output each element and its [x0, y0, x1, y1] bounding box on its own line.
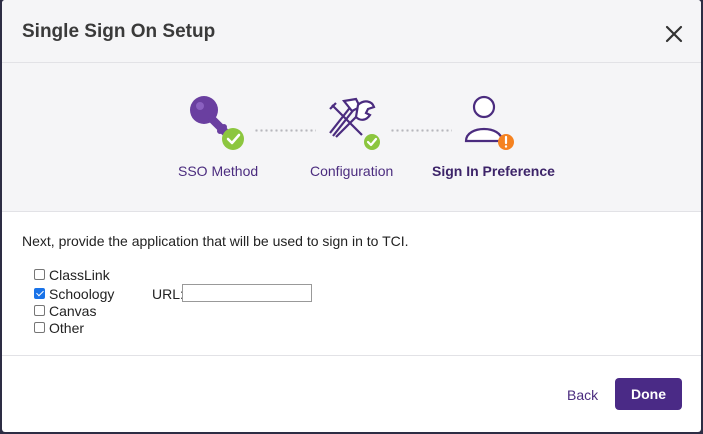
close-icon[interactable]	[662, 22, 686, 46]
url-input[interactable]	[182, 284, 312, 302]
option-label: Canvas	[49, 302, 97, 319]
instruction-text: Next, provide the application that will …	[22, 233, 409, 249]
checkbox[interactable]	[34, 322, 45, 333]
progress-stepper: SSO Method Configuration Sign In Prefere…	[2, 63, 701, 212]
back-button[interactable]: Back	[567, 387, 598, 403]
checkbox[interactable]	[34, 305, 45, 316]
option-schoology[interactable]: Schoology	[34, 285, 114, 302]
option-label: Other	[49, 319, 85, 336]
step-connector	[254, 129, 316, 132]
tools-icon	[329, 97, 380, 150]
url-label: URL:	[152, 286, 184, 302]
dialog-header: Single Sign On Setup	[2, 0, 701, 63]
dialog-footer: Back Done	[2, 355, 701, 432]
done-button[interactable]: Done	[615, 378, 682, 410]
option-canvas[interactable]: Canvas	[34, 302, 96, 319]
option-label: Schoology	[49, 285, 115, 302]
sso-setup-dialog: Single Sign On Setup SSO Method Configur…	[2, 0, 701, 432]
step-connector	[390, 129, 452, 132]
key-icon	[190, 96, 244, 150]
option-classlink[interactable]: ClassLink	[34, 266, 110, 283]
checkbox[interactable]	[34, 269, 45, 280]
step-label-sign-in-preference: Sign In Preference	[432, 163, 555, 179]
dialog-title: Single Sign On Setup	[22, 21, 216, 42]
checkbox-checked[interactable]	[34, 288, 45, 299]
step-label-sso-method: SSO Method	[178, 163, 259, 179]
step-label-configuration: Configuration	[310, 163, 394, 179]
option-label: ClassLink	[49, 266, 110, 283]
option-other[interactable]: Other	[34, 319, 84, 336]
user-icon	[464, 95, 514, 150]
